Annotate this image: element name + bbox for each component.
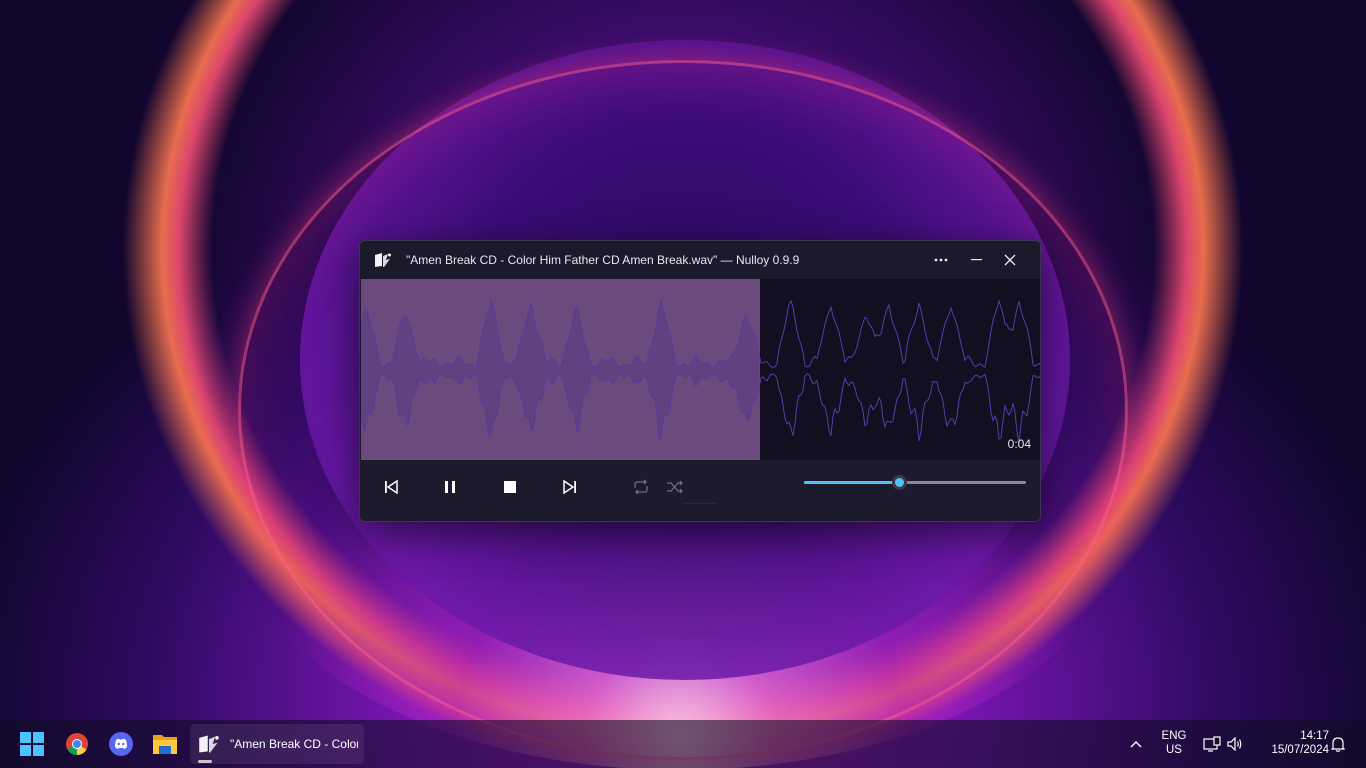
discord-icon bbox=[109, 732, 133, 756]
waveform-graph bbox=[361, 299, 1040, 444]
control-bar bbox=[360, 460, 1040, 521]
shuffle-button[interactable] bbox=[660, 472, 690, 502]
pause-button[interactable] bbox=[435, 472, 465, 502]
previous-button[interactable] bbox=[376, 472, 406, 502]
start-button[interactable] bbox=[16, 728, 48, 760]
repeat-button[interactable] bbox=[626, 472, 656, 502]
chrome-taskbar-button[interactable] bbox=[61, 728, 93, 760]
next-track-icon bbox=[563, 480, 576, 494]
repeat-icon bbox=[634, 479, 648, 495]
minimize-button[interactable] bbox=[963, 247, 991, 273]
more-dots-icon bbox=[934, 258, 948, 262]
close-icon bbox=[1004, 254, 1016, 266]
waveform-lower bbox=[361, 373, 1040, 444]
pause-icon bbox=[445, 481, 455, 493]
waveform-seekbar[interactable]: 0:04 bbox=[361, 279, 1040, 460]
task-label: "Amen Break CD - Color Him Father CD Ame… bbox=[230, 737, 358, 751]
volume-fill bbox=[804, 481, 900, 484]
separator bbox=[683, 503, 717, 504]
window-title: "Amen Break CD - Color Him Father CD Ame… bbox=[406, 253, 800, 267]
clock[interactable]: 14:17 15/07/2024 bbox=[1255, 730, 1329, 756]
notifications-button[interactable] bbox=[1322, 728, 1354, 760]
volume-slider[interactable] bbox=[804, 475, 1026, 490]
windows-start-icon bbox=[20, 732, 44, 756]
taskbar: "Amen Break CD - Color Him Father CD Ame… bbox=[0, 720, 1366, 768]
tray-overflow-button[interactable] bbox=[1120, 728, 1152, 760]
clock-time: 14:17 bbox=[1300, 730, 1329, 742]
language-region: US bbox=[1166, 744, 1182, 756]
volume-tray-button[interactable] bbox=[1219, 728, 1251, 760]
file-explorer-taskbar-button[interactable] bbox=[149, 728, 181, 760]
elapsed-time: 0:04 bbox=[1007, 437, 1031, 451]
shuffle-icon bbox=[667, 480, 683, 494]
chevron-up-icon bbox=[1130, 741, 1142, 748]
clock-date: 15/07/2024 bbox=[1271, 744, 1329, 756]
language-code: ENG bbox=[1161, 730, 1187, 742]
chrome-icon bbox=[66, 733, 88, 755]
file-explorer-icon bbox=[153, 735, 177, 754]
task-active-indicator bbox=[198, 760, 212, 763]
nulloy-taskbar-icon bbox=[199, 735, 219, 753]
minimize-icon bbox=[971, 259, 982, 261]
bell-icon bbox=[1331, 737, 1345, 752]
active-task-nulloy[interactable]: "Amen Break CD - Color Him Father CD Ame… bbox=[190, 724, 364, 764]
nulloy-app-icon bbox=[375, 253, 391, 267]
next-button[interactable] bbox=[555, 472, 585, 502]
nulloy-player-window: "Amen Break CD - Color Him Father CD Ame… bbox=[359, 240, 1041, 522]
speaker-icon bbox=[1227, 737, 1242, 751]
language-indicator[interactable]: ENG US bbox=[1155, 730, 1193, 756]
title-bar[interactable]: "Amen Break CD - Color Him Father CD Ame… bbox=[360, 241, 1040, 279]
more-options-button[interactable] bbox=[927, 247, 955, 273]
stop-icon bbox=[504, 481, 516, 493]
discord-taskbar-button[interactable] bbox=[105, 728, 137, 760]
waveform-fill-played bbox=[361, 301, 759, 439]
stop-button[interactable] bbox=[495, 472, 525, 502]
close-button[interactable] bbox=[996, 247, 1024, 273]
previous-track-icon bbox=[385, 480, 398, 494]
waveform-upper bbox=[361, 299, 1040, 368]
